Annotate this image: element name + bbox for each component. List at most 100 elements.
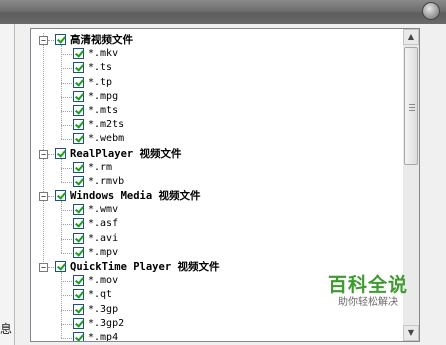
file-extension-item[interactable]: *.mkv xyxy=(31,47,403,61)
item-label: *.mpv xyxy=(88,246,119,258)
file-extension-item[interactable]: *.3gp xyxy=(31,303,403,317)
file-extension-item[interactable]: *.avi xyxy=(31,232,403,246)
tree-group-node[interactable]: − 高清视频文件 xyxy=(31,33,403,47)
scrollbar-thumb[interactable] xyxy=(404,47,418,165)
thumb-grip-line xyxy=(409,110,415,111)
file-extension-item[interactable]: *.tp xyxy=(31,76,403,90)
tree-connector xyxy=(61,158,62,182)
item-checkbox[interactable] xyxy=(73,76,84,88)
file-extension-item[interactable]: *.rm xyxy=(31,161,403,175)
item-label: *.wmv xyxy=(88,204,119,216)
tree-connector xyxy=(61,82,72,84)
group-label: 高清视频文件 xyxy=(70,34,133,46)
item-checkbox[interactable] xyxy=(73,232,84,244)
item-checkbox[interactable] xyxy=(73,275,84,287)
file-extension-item[interactable]: *.rmvb xyxy=(31,175,403,189)
tree-connector xyxy=(61,337,72,339)
group-checkbox[interactable] xyxy=(55,147,66,159)
tree-connector xyxy=(61,125,72,127)
thumb-grip-line xyxy=(409,104,415,105)
thumb-grip-line xyxy=(409,107,415,108)
tree-connector xyxy=(48,40,54,41)
tree-connector xyxy=(48,267,54,268)
item-checkbox[interactable] xyxy=(73,175,84,187)
tree-connector xyxy=(48,153,54,155)
item-label: *.mkv xyxy=(88,48,119,60)
item-checkbox[interactable] xyxy=(73,289,84,301)
file-extension-item[interactable]: *.webm xyxy=(31,132,403,146)
item-checkbox[interactable] xyxy=(73,161,84,173)
window-titlebar xyxy=(0,0,446,24)
tree-group-node[interactable]: − RealPlayer 视频文件 xyxy=(31,147,403,161)
minus-expander-icon[interactable]: − xyxy=(39,263,48,272)
tree-connector xyxy=(61,181,72,183)
file-type-tree: − 高清视频文件 *.mkv *.ts *.tp *.mpg *.mts *.m2ts *.we… xyxy=(31,33,403,341)
item-label: *.3gp xyxy=(88,303,119,315)
file-type-tree-panel: − 高清视频文件 *.mkv *.ts *.tp *.mpg *.mts *.m2ts *.we… xyxy=(30,28,420,342)
item-checkbox[interactable] xyxy=(73,331,84,341)
file-extension-item[interactable]: *.mov xyxy=(31,274,403,288)
item-checkbox[interactable] xyxy=(73,104,84,116)
tree-connector xyxy=(61,252,72,254)
item-label: *.3gp2 xyxy=(88,317,125,329)
tree-connector xyxy=(61,96,72,98)
file-extension-item[interactable]: *.mpv xyxy=(31,246,403,260)
file-extension-item[interactable]: *.qt xyxy=(31,288,403,302)
tree-connector xyxy=(61,167,72,169)
item-label: *.mov xyxy=(88,275,119,287)
left-pane-edge xyxy=(0,24,15,345)
tree-connector xyxy=(61,281,72,283)
item-checkbox[interactable] xyxy=(73,303,84,315)
item-label: *.tp xyxy=(88,76,113,88)
item-label: *.webm xyxy=(88,133,125,145)
file-extension-item[interactable]: *.m2ts xyxy=(31,118,403,132)
tree-connector xyxy=(61,110,72,112)
item-checkbox[interactable] xyxy=(73,204,84,216)
item-label: *.ts xyxy=(88,62,113,74)
tree-group-node[interactable]: − Windows Media 视频文件 xyxy=(31,189,403,203)
minus-expander-icon[interactable]: − xyxy=(39,192,48,202)
tree-connector xyxy=(61,224,72,226)
item-label: *.m2ts xyxy=(88,119,125,131)
vertical-scrollbar[interactable]: ▲ ▼ xyxy=(403,29,419,341)
tree-connector xyxy=(61,238,72,240)
item-checkbox[interactable] xyxy=(73,246,84,258)
file-extension-item[interactable]: *.mts xyxy=(31,104,403,118)
left-pane-text: 息 xyxy=(0,322,13,336)
scroll-down-button[interactable]: ▼ xyxy=(403,325,419,341)
tree-group-node[interactable]: − QuickTime Player 视频文件 xyxy=(31,260,403,274)
tree-connector xyxy=(61,45,62,140)
group-checkbox[interactable] xyxy=(55,261,66,272)
file-extension-item[interactable]: *.wmv xyxy=(31,203,403,217)
item-label: *.avi xyxy=(88,232,119,244)
window-control-button[interactable] xyxy=(422,2,440,20)
item-label: *.rmvb xyxy=(88,175,125,187)
tree-connector xyxy=(61,309,72,311)
group-checkbox[interactable] xyxy=(55,190,66,202)
tree-connector xyxy=(48,196,54,198)
item-checkbox[interactable] xyxy=(73,133,84,145)
item-label: *.qt xyxy=(88,289,113,301)
tree-connector xyxy=(61,272,62,339)
item-checkbox[interactable] xyxy=(73,218,84,230)
file-extension-item[interactable]: *.3gp2 xyxy=(31,317,403,331)
item-checkbox[interactable] xyxy=(73,90,84,102)
item-checkbox[interactable] xyxy=(73,62,84,74)
tree-connector xyxy=(61,323,72,325)
tree-connector xyxy=(61,139,72,141)
file-extension-item[interactable]: *.ts xyxy=(31,61,403,75)
tree-connector xyxy=(61,210,72,212)
file-extension-item[interactable]: *.asf xyxy=(31,217,403,231)
minus-expander-icon[interactable]: − xyxy=(39,149,48,159)
file-extension-item[interactable]: *.mp4 xyxy=(31,331,403,341)
item-checkbox[interactable] xyxy=(73,317,84,329)
group-checkbox[interactable] xyxy=(55,34,66,45)
group-label: RealPlayer 视频文件 xyxy=(70,147,182,160)
item-checkbox[interactable] xyxy=(73,48,84,60)
item-label: *.rm xyxy=(88,161,113,173)
minus-expander-icon[interactable]: − xyxy=(39,36,48,45)
item-checkbox[interactable] xyxy=(73,119,84,131)
item-label: *.mpg xyxy=(88,90,119,102)
scroll-up-button[interactable]: ▲ xyxy=(403,29,419,45)
file-extension-item[interactable]: *.mpg xyxy=(31,90,403,104)
